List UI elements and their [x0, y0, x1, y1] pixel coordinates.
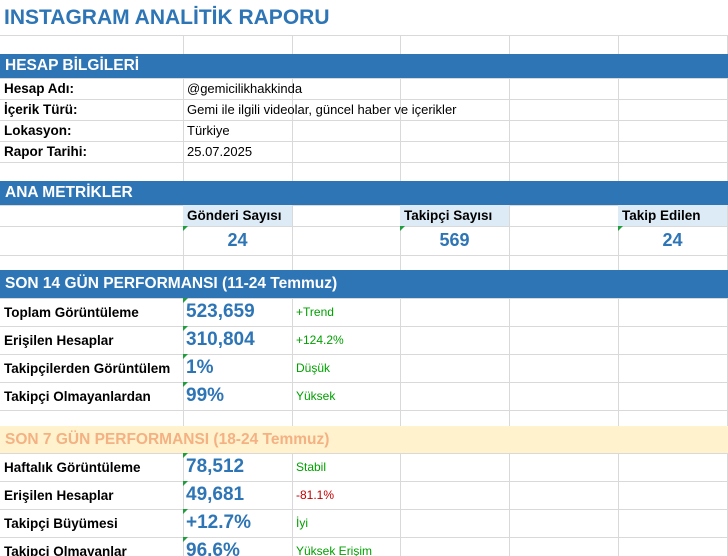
perf7-label: Takipçi Olmayanlar	[4, 543, 127, 556]
metric-header-row: Gönderi Sayısı Takipçi Sayısı Takip Edil…	[0, 205, 728, 226]
perf7-value[interactable]: 78,512	[183, 453, 292, 481]
location-label: Lokasyon:	[4, 123, 72, 138]
report-date-label: Rapor Tarihi:	[4, 144, 88, 159]
cell-flag-icon	[183, 453, 188, 458]
perf14-row: Erişilen Hesaplar 310,804 +124.2%	[0, 326, 728, 354]
report-title: INSTAGRAM ANALİTİK RAPORU	[4, 5, 330, 29]
cell-flag-icon	[183, 509, 188, 514]
metric-header-posts: Gönderi Sayısı	[183, 205, 292, 226]
location-value[interactable]: Türkiye	[183, 120, 723, 141]
cell-flag-icon	[183, 382, 188, 387]
content-type-label: İçerik Türü:	[4, 102, 78, 117]
perf14-label: Toplam Görüntüleme	[4, 304, 139, 320]
section-header-7-day: SON 7 GÜN PERFORMANSI (18-24 Temmuz)	[0, 426, 728, 453]
perf7-note: Stabil	[296, 460, 327, 474]
perf14-label: Erişilen Hesaplar	[4, 332, 114, 348]
perf14-row: Takipçilerden Görüntülem 1% Düşük	[0, 354, 728, 382]
title-row: INSTAGRAM ANALİTİK RAPORU	[0, 0, 728, 35]
perf7-row: Haftalık Görüntüleme 78,512 Stabil	[0, 453, 728, 481]
metric-value-posts[interactable]: 24	[183, 226, 292, 255]
section-header-14-day: SON 14 GÜN PERFORMANSI (11-24 Temmuz)	[0, 270, 728, 298]
perf14-note: Yüksek	[296, 389, 336, 403]
perf7-row: Erişilen Hesaplar 49,681 -81.1%	[0, 481, 728, 509]
account-row: Rapor Tarihi: 25.07.2025	[0, 141, 728, 162]
perf14-value[interactable]: 310,804	[183, 326, 292, 354]
section-header-account: HESAP BİLGİLERİ	[0, 54, 728, 78]
cell-flag-icon	[183, 481, 188, 486]
perf7-row: Takipçi Büyümesi +12.7% İyi	[0, 509, 728, 537]
account-row: Lokasyon: Türkiye	[0, 120, 728, 141]
account-row: Hesap Adı: @gemicilikhakkinda	[0, 78, 728, 99]
cell-flag-icon	[183, 326, 188, 331]
perf14-note: +124.2%	[296, 333, 344, 347]
metric-value-following[interactable]: 24	[618, 226, 727, 255]
perf7-note: -81.1%	[296, 488, 335, 502]
perf14-row: Takipçi Olmayanlardan 99% Yüksek	[0, 382, 728, 410]
perf7-note: İyi	[296, 516, 308, 530]
cell-flag-icon	[183, 354, 188, 359]
account-row: İçerik Türü: Gemi ile ilgili videolar, g…	[0, 99, 728, 120]
cell-flag-icon	[400, 226, 405, 231]
perf14-label: Takipçi Olmayanlardan	[4, 388, 151, 404]
perf7-note: Yüksek Erişim	[296, 544, 373, 556]
metric-value-followers[interactable]: 569	[400, 226, 509, 255]
perf14-value[interactable]: 1%	[183, 354, 292, 382]
perf14-value[interactable]: 99%	[183, 382, 292, 410]
account-value[interactable]: @gemicilikhakkinda	[183, 78, 723, 99]
perf7-label: Haftalık Görüntüleme	[4, 459, 141, 475]
perf14-note: +Trend	[296, 305, 334, 319]
metric-header-following: Takip Edilen	[618, 205, 727, 226]
cell-flag-icon	[618, 226, 623, 231]
perf14-row: Toplam Görüntüleme 523,659 +Trend	[0, 298, 728, 326]
metric-header-followers: Takipçi Sayısı	[400, 205, 509, 226]
perf14-value[interactable]: 523,659	[183, 298, 292, 326]
perf7-value[interactable]: 49,681	[183, 481, 292, 509]
perf7-label: Erişilen Hesaplar	[4, 487, 114, 503]
content-type-value[interactable]: Gemi ile ilgili videolar, güncel haber v…	[183, 99, 723, 120]
report-date-value[interactable]: 25.07.2025	[183, 141, 723, 162]
perf7-row: Takipçi Olmayanlar 96.6% Yüksek Erişim	[0, 537, 728, 556]
cell-flag-icon	[183, 537, 188, 542]
perf7-label: Takipçi Büyümesi	[4, 515, 118, 531]
perf7-value[interactable]: 96.6%	[183, 537, 292, 556]
section-header-main-metrics: ANA METRİKLER	[0, 181, 728, 205]
perf14-label: Takipçilerden Görüntülem	[4, 360, 171, 376]
cell-flag-icon	[183, 298, 188, 303]
account-label: Hesap Adı:	[4, 81, 75, 96]
perf14-note: Düşük	[296, 361, 331, 375]
cell-flag-icon	[183, 226, 188, 231]
metric-value-row: 24 569 24	[0, 226, 728, 255]
perf7-value[interactable]: +12.7%	[183, 509, 292, 537]
